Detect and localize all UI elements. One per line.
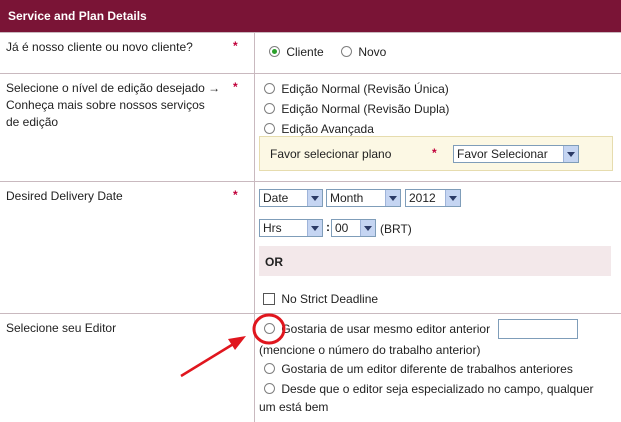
service-plan-form: Service and Plan Details Já é nosso clie… <box>0 0 621 422</box>
no-deadline-checkbox[interactable] <box>263 293 275 305</box>
section-header: Service and Plan Details <box>0 0 621 32</box>
row-edit-level: Selecione o nível de edição desejado → C… <box>0 73 621 181</box>
required-mark: * <box>233 80 238 94</box>
radio-button[interactable] <box>341 46 352 57</box>
radio-button-checked[interactable] <box>269 46 280 57</box>
plan-label: Favor selecionar plano <box>270 147 392 161</box>
month-select[interactable]: Month <box>326 189 401 207</box>
row-client-type: Já é nosso cliente ou novo cliente? * Cl… <box>0 32 621 73</box>
radio-option-different-editor[interactable]: Gostaria de um editor diferente de traba… <box>264 362 573 376</box>
radio-option-novo[interactable]: Novo <box>341 45 386 59</box>
plan-select-box: Favor selecionar plano * Favor Seleciona… <box>259 136 613 171</box>
plan-select[interactable]: Favor Selecionar <box>453 145 579 163</box>
radio-option-normal-unica[interactable]: Edição Normal (Revisão Única) <box>264 82 449 96</box>
same-editor-note: (mencione o número do trabalho anterior) <box>259 343 481 357</box>
timezone-label: (BRT) <box>380 222 412 236</box>
chevron-down-icon[interactable] <box>563 146 578 162</box>
edit-level-label: Selecione o nível de edição desejado → C… <box>6 81 221 129</box>
or-separator: OR <box>259 246 611 276</box>
client-type-label: Já é nosso cliente ou novo cliente? <box>6 40 193 54</box>
radio-option-cliente[interactable]: Cliente <box>269 45 324 59</box>
radio-button[interactable] <box>264 103 275 114</box>
row-editor: Selecione seu Editor Gostaria de usar me… <box>0 313 621 422</box>
required-mark: * <box>233 39 238 53</box>
radio-option-same-editor[interactable]: Gostaria de usar mesmo editor anterior <box>264 322 490 336</box>
hours-select[interactable]: Hrs <box>259 219 323 237</box>
minutes-select[interactable]: 00 <box>331 219 376 237</box>
radio-button[interactable] <box>264 363 275 374</box>
radio-button[interactable] <box>264 123 275 134</box>
chevron-down-icon[interactable] <box>307 220 322 236</box>
row-delivery-date: Desired Delivery Date * Date Month 2012 … <box>0 181 621 313</box>
chevron-down-icon[interactable] <box>360 220 375 236</box>
chevron-down-icon[interactable] <box>307 190 322 206</box>
chevron-down-icon[interactable] <box>445 190 460 206</box>
no-strict-deadline-option[interactable]: No Strict Deadline <box>263 292 378 306</box>
any-editor-continuation: um está bem <box>259 400 329 414</box>
chevron-down-icon[interactable] <box>385 190 400 206</box>
radio-option-avancada[interactable]: Edição Avançada <box>264 122 374 136</box>
radio-button[interactable] <box>264 323 275 334</box>
radio-button[interactable] <box>264 383 275 394</box>
editor-label: Selecione seu Editor <box>6 321 117 335</box>
radio-option-any-editor[interactable]: Desde que o editor seja especializado no… <box>264 382 594 396</box>
section-title: Service and Plan Details <box>8 9 147 23</box>
required-mark: * <box>432 146 437 160</box>
year-select[interactable]: 2012 <box>405 189 461 207</box>
time-separator: : <box>326 220 330 234</box>
date-select[interactable]: Date <box>259 189 323 207</box>
required-mark: * <box>233 188 238 202</box>
previous-job-number-input[interactable] <box>498 319 578 339</box>
delivery-date-label: Desired Delivery Date <box>6 189 123 203</box>
radio-option-normal-dupla[interactable]: Edição Normal (Revisão Dupla) <box>264 102 449 116</box>
radio-button[interactable] <box>264 83 275 94</box>
